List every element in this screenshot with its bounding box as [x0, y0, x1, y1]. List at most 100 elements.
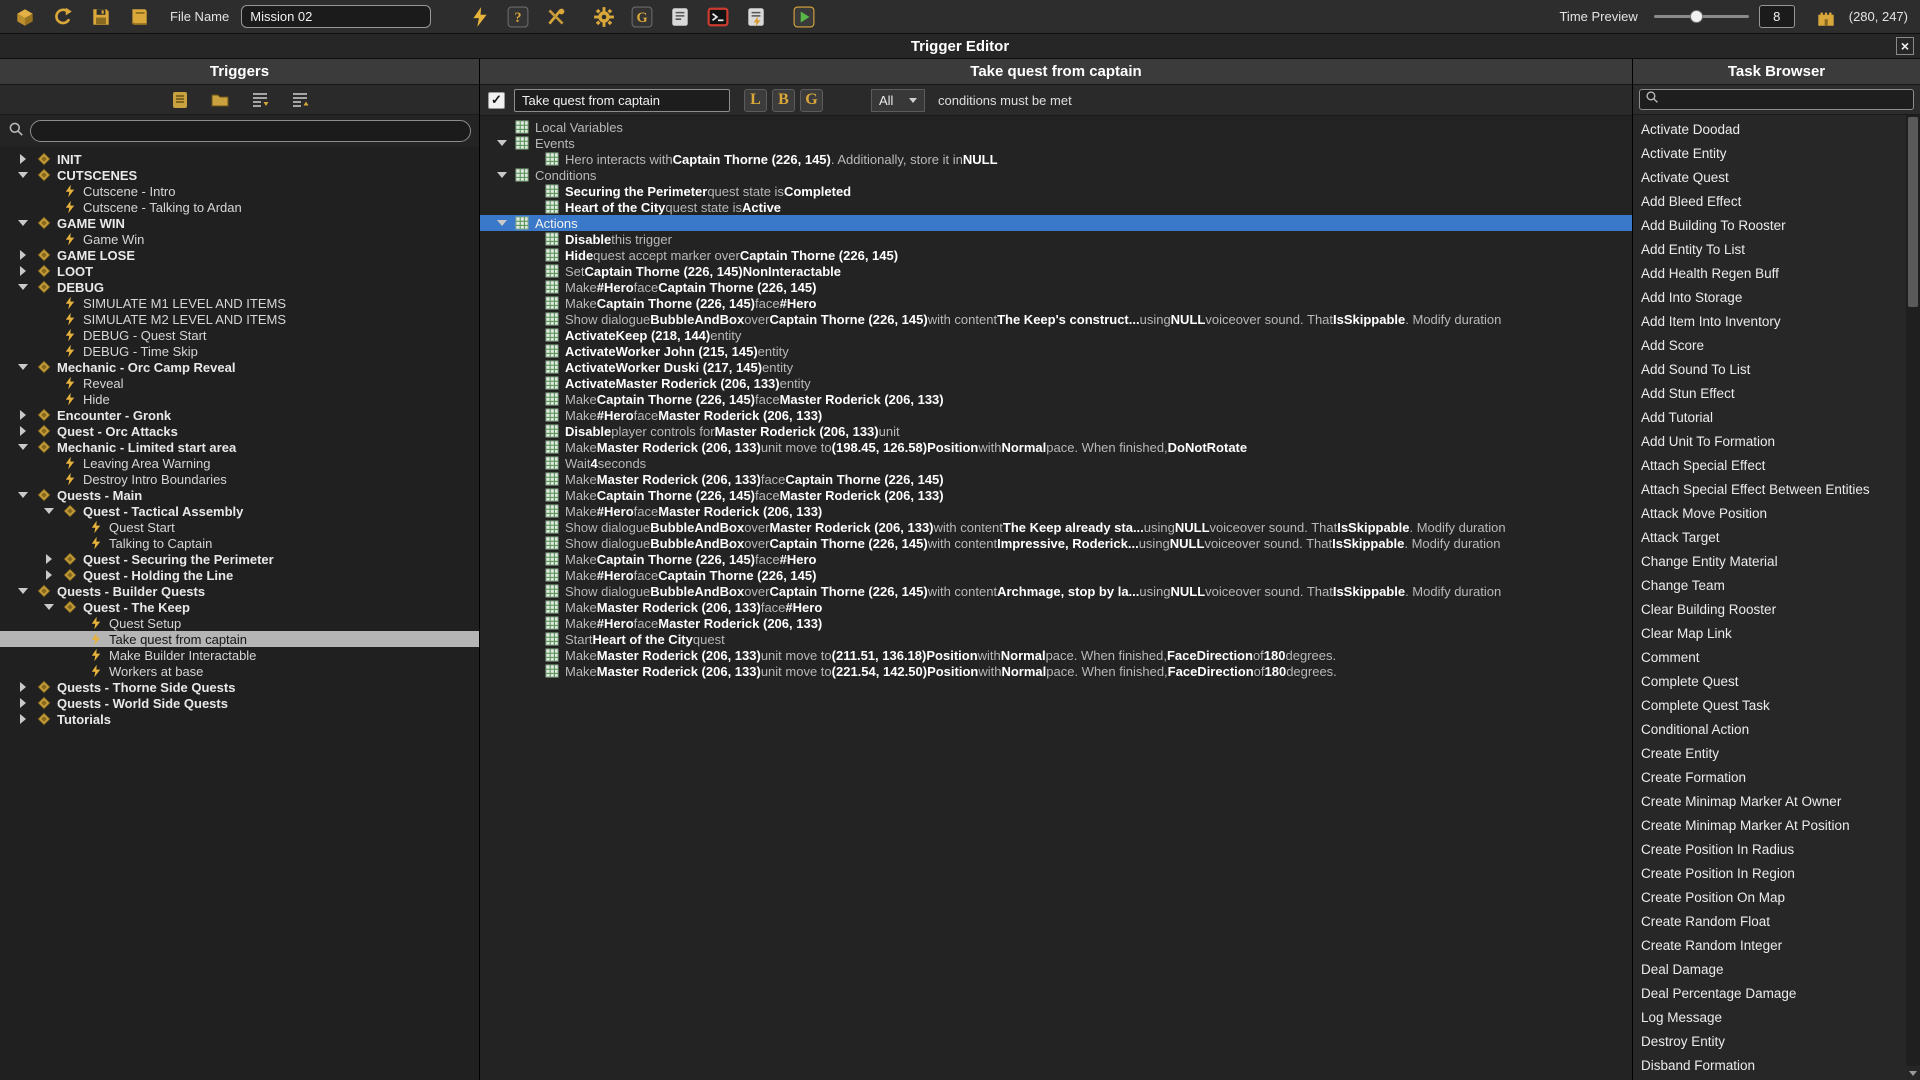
statement-parameter[interactable]: #Hero	[785, 600, 822, 615]
script-icon[interactable]	[667, 4, 693, 30]
statement-parameter[interactable]: Position	[927, 664, 978, 679]
task-item[interactable]: Clear Map Link	[1633, 622, 1906, 646]
statement-parameter[interactable]: Impressive, Roderick...	[997, 536, 1139, 551]
collapse-all-icon[interactable]	[247, 87, 273, 113]
expand-arrow-icon[interactable]	[20, 154, 26, 164]
task-item[interactable]: Disband Formation	[1633, 1054, 1906, 1078]
file-name-input[interactable]	[241, 5, 431, 28]
statement-parameter[interactable]: (221.54, 142.50)	[832, 664, 927, 679]
trigger-statement-row[interactable]: Make #Hero face Captain Thorne (226, 145…	[480, 279, 1632, 295]
statement-parameter[interactable]: Normal	[1001, 664, 1046, 679]
statement-parameter[interactable]: Captain Thorne (226, 145)	[597, 552, 755, 567]
tree-group-row[interactable]: LOOT	[0, 263, 479, 279]
task-search-input[interactable]	[1639, 89, 1914, 110]
task-item[interactable]: Deal Damage	[1633, 958, 1906, 982]
statement-parameter[interactable]: #Hero	[780, 552, 817, 567]
statement-parameter[interactable]: Master Roderick (206, 133)	[597, 440, 761, 455]
statement-parameter[interactable]: Master Roderick (206, 133)	[780, 488, 944, 503]
statement-parameter[interactable]: Captain Thorne (226, 145)	[597, 488, 755, 503]
book-icon[interactable]	[126, 4, 152, 30]
trigger-statement-row[interactable]: Make #Hero face Master Roderick (206, 13…	[480, 615, 1632, 631]
trigger-statement-row[interactable]: Make Master Roderick (206, 133) unit mov…	[480, 663, 1632, 679]
statement-parameter[interactable]: Captain Thorne (226, 145)	[673, 152, 831, 167]
play-icon[interactable]	[791, 4, 817, 30]
statement-parameter[interactable]: Normal	[1001, 648, 1046, 663]
trigger-statement-row[interactable]: Make Captain Thorne (226, 145) face #Her…	[480, 551, 1632, 567]
scroll-down-icon[interactable]	[1906, 1066, 1920, 1080]
statement-parameter[interactable]: #Hero	[597, 616, 634, 631]
statement-parameter[interactable]: Master Roderick (206, 133)	[597, 472, 761, 487]
statement-parameter[interactable]: FaceDirection	[1167, 648, 1253, 663]
task-item[interactable]: Activate Entity	[1633, 142, 1906, 166]
statement-parameter[interactable]: Heart of the City	[565, 200, 665, 215]
collapse-arrow-icon[interactable]	[18, 220, 28, 226]
tree-group-row[interactable]: Mechanic - Limited start area	[0, 439, 479, 455]
task-item[interactable]: Add Sound To List	[1633, 358, 1906, 382]
trigger-statement-row[interactable]: Make Captain Thorne (226, 145) face Mast…	[480, 391, 1632, 407]
triggers-search-input[interactable]	[30, 120, 471, 142]
trigger-statement-row[interactable]: Make Master Roderick (206, 133) unit mov…	[480, 647, 1632, 663]
collapse-arrow-icon[interactable]	[18, 492, 28, 498]
close-icon[interactable]: ×	[1896, 37, 1914, 55]
tree-group-row[interactable]: Encounter - Gronk	[0, 407, 479, 423]
tree-trigger-row[interactable]: Destroy Intro Boundaries	[0, 471, 479, 487]
statement-parameter[interactable]: BubbleAndBox	[650, 520, 744, 535]
statement-parameter[interactable]: Worker John (215, 145)	[616, 344, 758, 359]
statement-parameter[interactable]: Master Roderick (206, 133)	[597, 664, 761, 679]
tree-group-row[interactable]: Quests - Builder Quests	[0, 583, 479, 599]
tree-trigger-row[interactable]: Quest Start	[0, 519, 479, 535]
new-trigger-icon[interactable]	[167, 87, 193, 113]
task-item[interactable]: Change Team	[1633, 574, 1906, 598]
tree-trigger-row[interactable]: DEBUG - Quest Start	[0, 327, 479, 343]
statement-parameter[interactable]: #Hero	[597, 280, 634, 295]
expand-arrow-icon[interactable]	[20, 698, 26, 708]
statement-parameter[interactable]: 180	[1265, 664, 1287, 679]
tree-trigger-row[interactable]: Hide	[0, 391, 479, 407]
task-item[interactable]: Change Entity Material	[1633, 550, 1906, 574]
statement-parameter[interactable]: Activate	[565, 328, 616, 343]
statement-parameter[interactable]: Captain Thorne (226, 145)	[740, 248, 898, 263]
format-button-b[interactable]: B	[772, 89, 795, 112]
task-item[interactable]: Add Unit To Formation	[1633, 430, 1906, 454]
statement-parameter[interactable]: Disable	[565, 424, 611, 439]
task-item[interactable]: Create Position On Map	[1633, 886, 1906, 910]
tree-trigger-row[interactable]: SIMULATE M1 LEVEL AND ITEMS	[0, 295, 479, 311]
tree-group-row[interactable]: Tutorials	[0, 711, 479, 727]
package-icon[interactable]	[12, 4, 38, 30]
task-item[interactable]: Attack Move Position	[1633, 502, 1906, 526]
trigger-statement-row[interactable]: Show dialogue BubbleAndBox over Captain …	[480, 311, 1632, 327]
statement-parameter[interactable]: Position	[927, 440, 978, 455]
statement-parameter[interactable]: 180	[1264, 648, 1286, 663]
task-item[interactable]: Create Position In Radius	[1633, 838, 1906, 862]
task-item[interactable]: Create Position In Region	[1633, 862, 1906, 886]
tree-group-row[interactable]: Quest - Holding the Line	[0, 567, 479, 583]
expand-arrow-icon[interactable]	[20, 714, 26, 724]
statement-parameter[interactable]: Normal	[1001, 440, 1046, 455]
statement-parameter[interactable]: #Hero	[597, 408, 634, 423]
trigger-statement-row[interactable]: Hide quest accept marker over Captain Th…	[480, 247, 1632, 263]
tree-group-row[interactable]: Quests - Main	[0, 487, 479, 503]
tree-trigger-row[interactable]: Reveal	[0, 375, 479, 391]
statement-parameter[interactable]: Activate	[565, 360, 616, 375]
trigger-statement-row[interactable]: Hero interacts with Captain Thorne (226,…	[480, 151, 1632, 167]
statement-parameter[interactable]: The Keep's construct...	[997, 312, 1140, 327]
statement-parameter[interactable]: Master Roderick (206, 133)	[597, 600, 761, 615]
statement-parameter[interactable]: Archmage, stop by la...	[997, 584, 1139, 599]
statement-parameter[interactable]: Heart of the City	[592, 632, 692, 647]
trigger-statement-row[interactable]: Make Captain Thorne (226, 145) face #Her…	[480, 295, 1632, 311]
trigger-section-row[interactable]: Local Variables	[480, 119, 1632, 135]
tree-group-row[interactable]: Quest - Securing the Perimeter	[0, 551, 479, 567]
statement-parameter[interactable]: The Keep already sta...	[1003, 520, 1144, 535]
statement-parameter[interactable]: Active	[742, 200, 781, 215]
statement-parameter[interactable]: Master Roderick (206, 133)	[597, 648, 761, 663]
tree-group-row[interactable]: INIT	[0, 151, 479, 167]
format-button-l[interactable]: L	[744, 89, 767, 112]
collapse-arrow-icon[interactable]	[44, 508, 54, 514]
statement-parameter[interactable]: (198.45, 126.58)	[832, 440, 927, 455]
task-item[interactable]: Add Health Regen Buff	[1633, 262, 1906, 286]
statement-parameter[interactable]: NULL	[1175, 520, 1210, 535]
trigger-statement-row[interactable]: Make #Hero face Captain Thorne (226, 145…	[480, 567, 1632, 583]
task-item[interactable]: Deal Percentage Damage	[1633, 982, 1906, 1006]
scrollbar-thumb[interactable]	[1908, 117, 1918, 307]
collapse-arrow-icon[interactable]	[18, 364, 28, 370]
